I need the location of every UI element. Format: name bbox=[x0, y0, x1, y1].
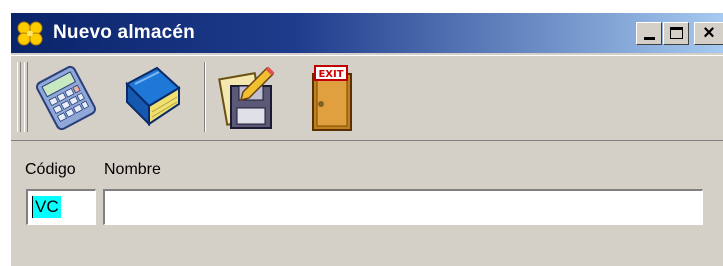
toolbar: EXIT bbox=[11, 55, 723, 141]
calculator-icon bbox=[36, 65, 96, 131]
toolbar-grip[interactable] bbox=[17, 62, 21, 132]
exit-sign-label: EXIT bbox=[318, 69, 343, 80]
title-bar[interactable]: Nuevo almacén × bbox=[11, 13, 723, 53]
close-icon: × bbox=[703, 22, 715, 44]
minimize-button[interactable] bbox=[636, 22, 662, 45]
exit-button[interactable]: EXIT bbox=[297, 62, 363, 132]
codigo-value: VC bbox=[32, 196, 61, 218]
maximize-button[interactable] bbox=[663, 22, 689, 45]
toolbar-separator bbox=[204, 62, 206, 132]
exit-door-icon: EXIT bbox=[312, 65, 352, 131]
close-button[interactable]: × bbox=[694, 22, 723, 45]
edit-document-button[interactable] bbox=[213, 62, 279, 132]
clover-app-icon bbox=[17, 21, 43, 46]
window-title: Nuevo almacén bbox=[53, 22, 195, 43]
book-icon bbox=[125, 66, 181, 127]
maximize-icon bbox=[670, 27, 683, 39]
minimize-icon bbox=[644, 37, 655, 40]
nombre-input[interactable] bbox=[103, 189, 703, 225]
codigo-input[interactable]: VC bbox=[26, 189, 96, 225]
calculator-button[interactable] bbox=[33, 62, 99, 132]
book-button[interactable] bbox=[119, 62, 185, 132]
edit-document-icon bbox=[218, 66, 275, 129]
window: Nuevo almacén × EXIT Código Nombre VC bbox=[10, 13, 723, 266]
nombre-label: Nombre bbox=[104, 161, 161, 178]
toolbar-grip-secondary[interactable] bbox=[24, 62, 28, 132]
codigo-label: Código bbox=[25, 161, 76, 178]
